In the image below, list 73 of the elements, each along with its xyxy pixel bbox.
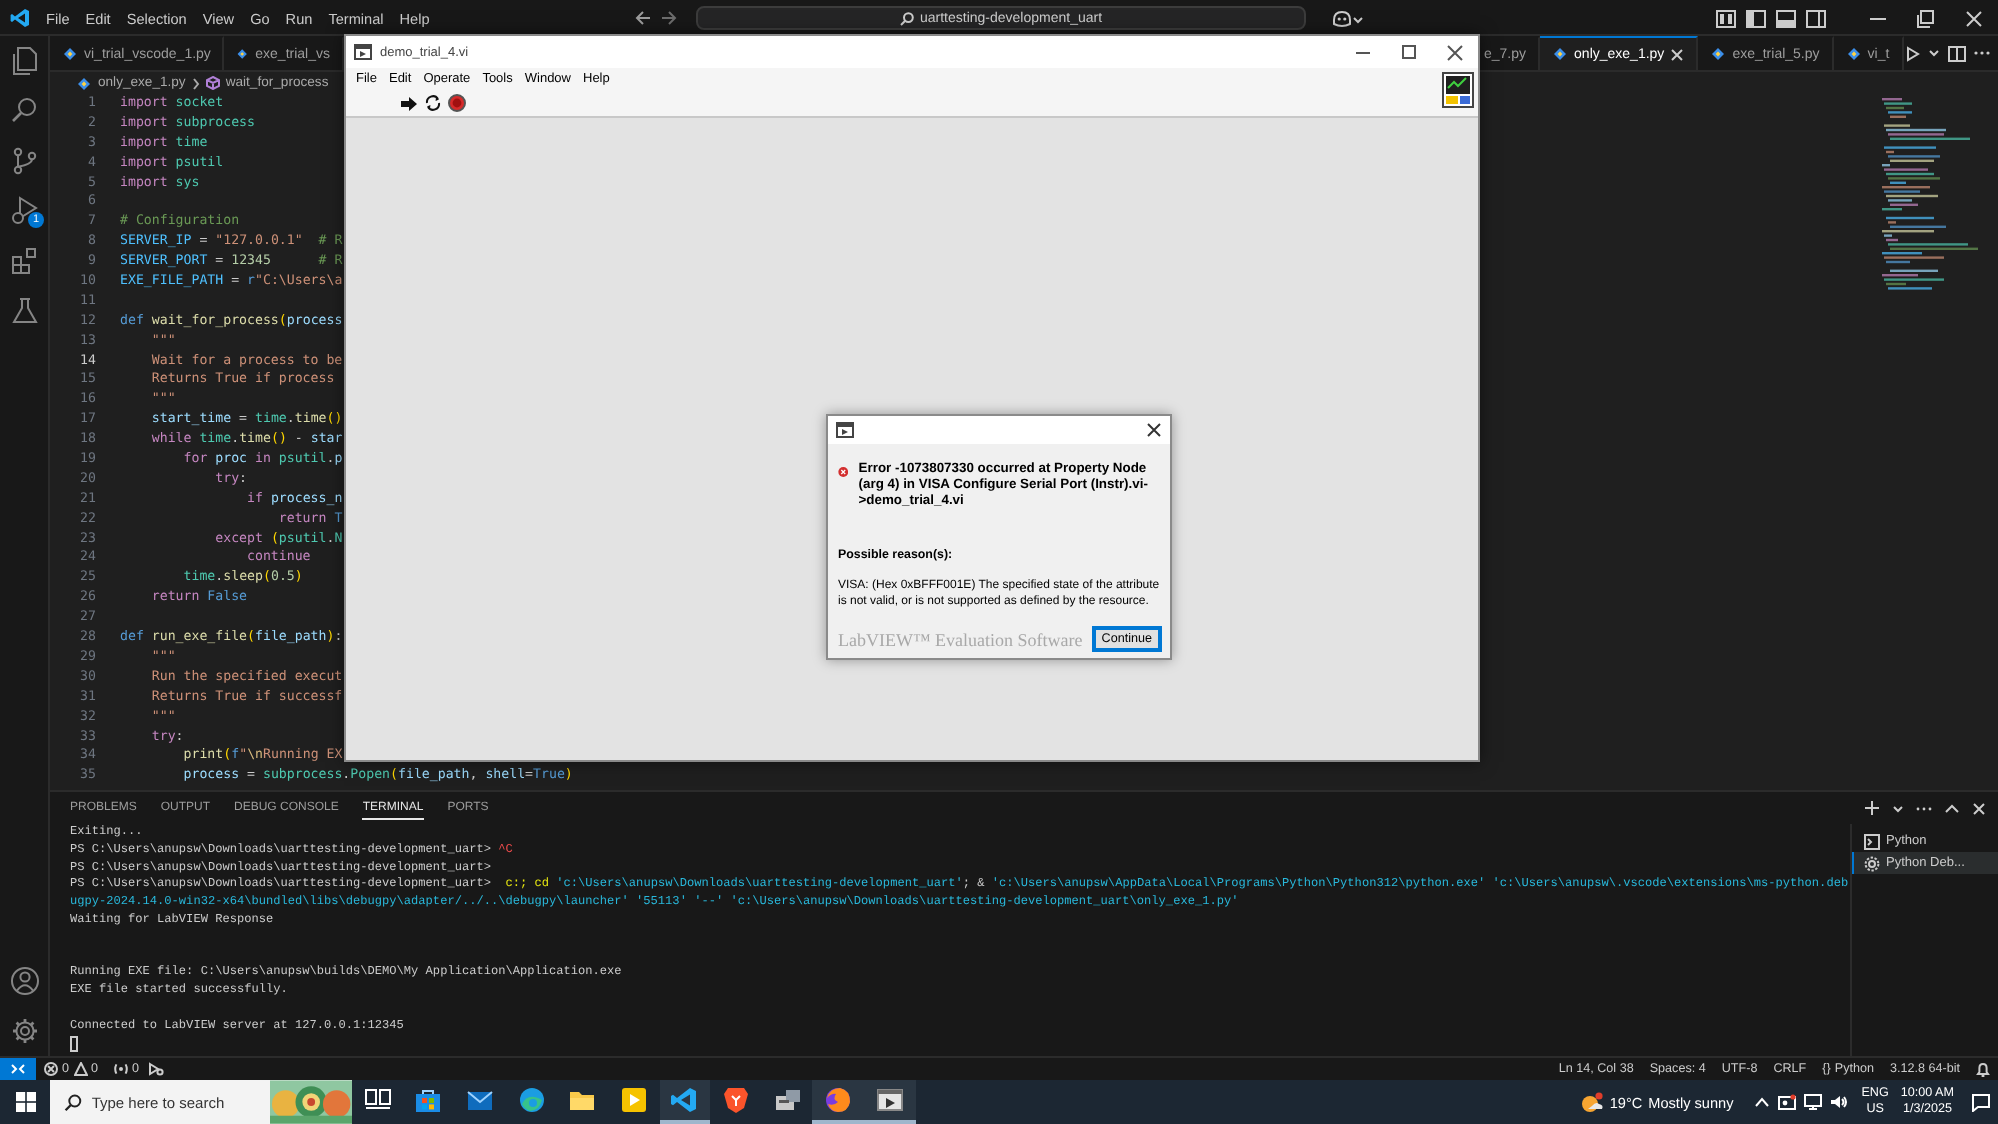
settings-icon[interactable] <box>10 1016 40 1046</box>
speaker-icon[interactable] <box>1829 1094 1848 1110</box>
terminal-icon <box>1864 833 1880 849</box>
plus-icon[interactable] <box>1864 800 1880 816</box>
evaluation-watermark: LabVIEW™ Evaluation Software <box>838 629 1083 649</box>
run-arrow-icon[interactable] <box>400 95 418 111</box>
split-editor-icon[interactable] <box>1948 45 1966 61</box>
window-app-icon <box>354 44 372 60</box>
panel-toggle-icon[interactable] <box>1776 9 1796 27</box>
more-icon[interactable] <box>1974 50 1990 56</box>
error-icon <box>44 1062 58 1076</box>
window-play-icon <box>875 1086 904 1114</box>
secondary-sidebar-icon[interactable] <box>1806 9 1826 27</box>
branch-icon[interactable] <box>10 146 40 176</box>
python-file-icon <box>76 75 92 91</box>
chevron-down-icon[interactable] <box>1892 803 1904 813</box>
machine-icon <box>773 1086 802 1114</box>
forward-arrow-icon[interactable] <box>660 10 678 26</box>
run-continuously-icon[interactable] <box>424 94 442 112</box>
folder-icon <box>568 1086 597 1114</box>
flask-icon[interactable] <box>10 296 40 326</box>
blocks-icon[interactable] <box>10 246 40 276</box>
monitor-icon[interactable] <box>1803 1094 1822 1110</box>
taskbar-app-button[interactable] <box>659 1080 711 1124</box>
code-editor-logo <box>10 8 30 28</box>
run-icon[interactable] <box>1906 45 1920 61</box>
python-file-icon <box>1710 46 1727 62</box>
remote-button[interactable] <box>0 1058 36 1080</box>
bell-icon[interactable] <box>1976 1061 1990 1077</box>
code-editor-icon <box>670 1086 699 1114</box>
search-icon <box>899 11 914 25</box>
maximize-icon[interactable] <box>1400 43 1418 61</box>
stop-icon[interactable] <box>448 94 466 112</box>
taskbar-app-button[interactable] <box>812 1080 864 1124</box>
play-bug-icon[interactable] <box>10 196 40 226</box>
remote-icon <box>10 1062 26 1076</box>
layout-icon[interactable] <box>1716 9 1736 27</box>
task-view-icon <box>363 1086 392 1114</box>
python-file-icon <box>62 46 78 62</box>
gear-icon <box>1864 855 1880 871</box>
search-icon <box>64 1093 82 1111</box>
python-file-icon <box>1552 46 1569 62</box>
play-tile-icon <box>619 1086 648 1114</box>
bag-icon <box>414 1086 443 1114</box>
python-file-icon <box>236 46 250 62</box>
back-arrow-icon[interactable] <box>634 10 652 26</box>
notification-icon[interactable] <box>1972 1093 1990 1111</box>
windows-logo-icon[interactable] <box>15 1092 35 1112</box>
taskbar-app-button[interactable] <box>863 1080 916 1124</box>
files-icon[interactable] <box>10 46 40 76</box>
more-icon[interactable] <box>1916 805 1932 811</box>
chevron-up-icon[interactable] <box>1944 803 1960 813</box>
warning-icon <box>73 1062 88 1076</box>
chevron-right-icon <box>191 77 200 89</box>
close-icon[interactable] <box>1146 422 1162 438</box>
camera-icon[interactable] <box>1777 1094 1796 1110</box>
chevron-down-icon[interactable] <box>1928 48 1940 58</box>
python-file-icon <box>1845 46 1862 62</box>
envelope-icon <box>465 1086 494 1114</box>
close-icon[interactable] <box>1446 43 1464 61</box>
fox-globe-icon <box>824 1086 853 1114</box>
antenna-icon <box>114 1062 129 1076</box>
person-icon[interactable] <box>10 966 40 996</box>
cube-icon <box>205 76 220 90</box>
window-app-icon <box>836 422 854 438</box>
debug-icon[interactable] <box>147 1062 164 1076</box>
sun-cloud-icon[interactable] <box>1579 1091 1604 1113</box>
sidebar-toggle-icon[interactable] <box>1746 9 1766 27</box>
search-icon[interactable] <box>10 96 40 126</box>
browser-icon <box>517 1086 546 1114</box>
maximize-icon[interactable] <box>1916 9 1936 27</box>
copilot-icon[interactable] <box>1332 9 1364 27</box>
shield-icon <box>721 1086 750 1114</box>
